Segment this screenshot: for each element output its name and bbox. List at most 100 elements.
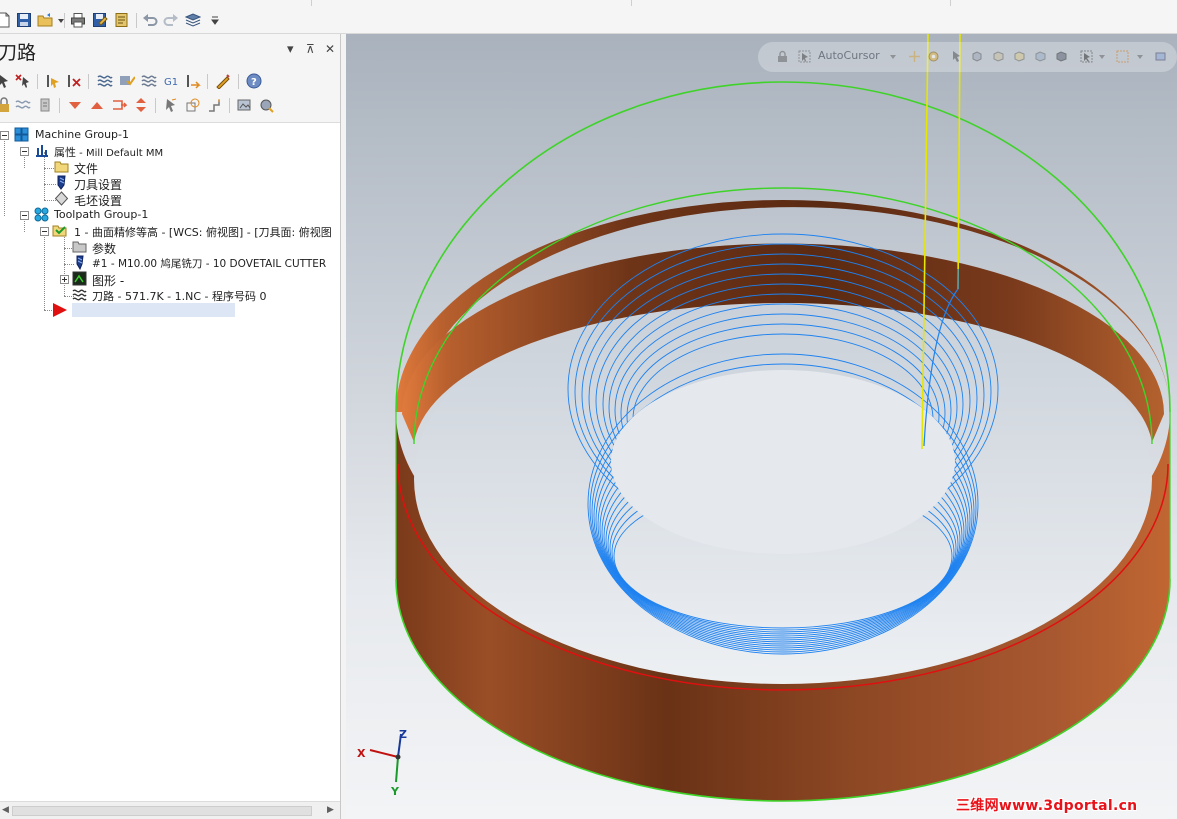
scroll-right-arrow-icon[interactable]: ▶ bbox=[327, 805, 334, 815]
folder-icon bbox=[54, 161, 69, 173]
toolbar-separator bbox=[88, 74, 89, 89]
dovetail-cutter-icon bbox=[76, 255, 84, 270]
tree-node-properties[interactable]: 属性 - Mill Default MM bbox=[34, 143, 254, 159]
select-errors-icon[interactable] bbox=[15, 73, 31, 89]
horizontal-scrollbar[interactable]: ◀ ▶ bbox=[0, 801, 340, 819]
toggle-toolpath-display-icon[interactable] bbox=[15, 97, 31, 113]
tree-node-tool[interactable]: #1 - M10.00 鸠尾铣刀 - 10 DOVETAIL CUTTER bbox=[72, 255, 340, 271]
tab-divider bbox=[950, 0, 951, 6]
autocursor-icon[interactable] bbox=[798, 50, 811, 63]
show-selected-icon[interactable] bbox=[163, 97, 179, 113]
dropdown-arrow-icon[interactable] bbox=[1136, 50, 1144, 63]
machine-group-icon bbox=[14, 127, 29, 142]
toolpath-editor-icon[interactable] bbox=[215, 73, 231, 89]
tree-node-files[interactable]: 文件 bbox=[54, 159, 174, 176]
insert-arrow-icon[interactable] bbox=[111, 97, 127, 113]
more-options-icon[interactable] bbox=[1154, 50, 1167, 63]
settings-gear-icon[interactable] bbox=[927, 50, 940, 63]
watermark: 三维网www.3dportal.cn bbox=[956, 798, 1138, 814]
move-to-icon[interactable] bbox=[185, 73, 201, 89]
quick-access-toolbar bbox=[0, 0, 1177, 34]
sparkle-icon[interactable] bbox=[908, 50, 921, 63]
select-all-icon[interactable] bbox=[0, 73, 12, 89]
show-geometry-icon[interactable] bbox=[185, 97, 201, 113]
selection-mode-icon[interactable] bbox=[1080, 50, 1093, 63]
tree-node-label: 1 - 曲面精修等高 - [WCS: 俯视图] - [刀具面: 俯视图 bbox=[74, 226, 332, 239]
insert-position-bar[interactable] bbox=[72, 303, 235, 317]
tree-node-stock-settings[interactable]: 毛坯设置 bbox=[54, 191, 174, 208]
verify-icon[interactable] bbox=[119, 73, 135, 89]
tree-node-machine-group[interactable]: Machine Group-1 bbox=[14, 127, 214, 143]
select-edge-icon[interactable] bbox=[1034, 50, 1047, 63]
collapse-toggle[interactable] bbox=[20, 211, 29, 220]
select-solid-icon[interactable] bbox=[970, 50, 983, 63]
tree-node-label: Toolpath Group-1 bbox=[54, 208, 149, 221]
new-file-icon[interactable] bbox=[0, 12, 12, 28]
backplot-icon[interactable] bbox=[97, 73, 113, 89]
properties-icon[interactable] bbox=[114, 12, 130, 28]
tree-connector bbox=[44, 152, 45, 200]
toolbar-separator bbox=[229, 98, 230, 113]
print-icon[interactable] bbox=[70, 12, 86, 28]
pin-button[interactable]: ⊼ bbox=[306, 42, 315, 56]
toolpaths-panel: 刀路 ▾ ⊼ ✕ G1 ? Machine Group-1 属性 - Mill … bbox=[0, 34, 341, 819]
collapse-toggle[interactable] bbox=[0, 131, 9, 140]
operations-tree: Machine Group-1 属性 - Mill Default MM 文件 … bbox=[0, 122, 340, 802]
toolpath-group-icon bbox=[34, 207, 49, 222]
layers-icon[interactable] bbox=[185, 12, 201, 28]
undo-icon[interactable] bbox=[142, 12, 158, 28]
select-pointer-icon[interactable] bbox=[950, 50, 963, 63]
svg-text:G1: G1 bbox=[164, 77, 178, 88]
toolbar-separator bbox=[155, 98, 156, 113]
scroll-left-arrow-icon[interactable]: ◀ bbox=[2, 805, 9, 815]
tree-node-toolpath-group[interactable]: Toolpath Group-1 bbox=[34, 207, 234, 223]
select-face-icon[interactable] bbox=[1013, 50, 1026, 63]
lock-icon[interactable] bbox=[0, 97, 12, 113]
select-vertex-icon[interactable] bbox=[1055, 50, 1068, 63]
regenerate-dirty-icon[interactable] bbox=[66, 73, 82, 89]
move-down-icon[interactable] bbox=[67, 97, 83, 113]
toolbar-separator bbox=[136, 13, 137, 28]
help-icon[interactable]: ? bbox=[246, 73, 262, 89]
toolbar-separator bbox=[59, 98, 60, 113]
geometry-icon bbox=[72, 271, 87, 286]
scrollbar-thumb[interactable] bbox=[12, 806, 312, 816]
save-icon[interactable] bbox=[16, 12, 32, 28]
regenerate-selected-icon[interactable] bbox=[45, 73, 61, 89]
collapse-toggle[interactable] bbox=[40, 227, 49, 236]
stock-settings-icon bbox=[54, 191, 69, 206]
tree-node-parameters[interactable]: 参数 bbox=[72, 239, 192, 256]
collapse-toggle[interactable] bbox=[20, 147, 29, 156]
image-capture-icon[interactable] bbox=[237, 97, 253, 113]
tool-settings-icon bbox=[57, 175, 66, 190]
show-tool-icon[interactable] bbox=[207, 97, 223, 113]
options-icon[interactable] bbox=[259, 97, 275, 113]
autocursor-label[interactable]: AutoCursor bbox=[818, 49, 880, 62]
simulate-icon[interactable] bbox=[141, 73, 157, 89]
customize-icon[interactable] bbox=[210, 12, 220, 28]
dropdown-arrow-icon[interactable] bbox=[1098, 50, 1106, 63]
post-g1-icon[interactable]: G1 bbox=[163, 73, 179, 89]
tree-node-operation[interactable]: 1 - 曲面精修等高 - [WCS: 俯视图] - [刀具面: 俯视图 bbox=[52, 223, 340, 239]
toggle-posting-icon[interactable] bbox=[37, 97, 53, 113]
close-button[interactable]: ✕ bbox=[325, 42, 335, 56]
redo-icon[interactable] bbox=[163, 12, 179, 28]
insert-position-arrow-icon[interactable] bbox=[52, 302, 68, 318]
tree-node-label: #1 - M10.00 鸠尾铣刀 - 10 DOVETAIL CUTTER bbox=[92, 258, 327, 270]
expand-toggle[interactable] bbox=[60, 275, 69, 284]
tree-node-geometry[interactable]: 图形 - bbox=[72, 271, 192, 288]
save-as-icon[interactable] bbox=[92, 12, 108, 28]
scroll-to-insert-icon[interactable] bbox=[133, 97, 149, 113]
toolbar-separator bbox=[64, 13, 65, 28]
lock-icon[interactable] bbox=[776, 50, 789, 63]
select-body-icon[interactable] bbox=[992, 50, 1005, 63]
graphics-viewport[interactable]: X Z Y AutoCursor 三维网www.3dportal.cn bbox=[346, 34, 1177, 819]
grid-select-icon[interactable] bbox=[1116, 50, 1129, 63]
tree-node-label: 属性 - Mill Default MM bbox=[54, 146, 164, 159]
tree-node-tool-settings[interactable]: 刀具设置 bbox=[54, 175, 174, 192]
tree-node-toolpath[interactable]: 刀路 - 571.7K - 1.NC - 程序号码 0 bbox=[72, 287, 340, 303]
move-up-icon[interactable] bbox=[89, 97, 105, 113]
dropdown-arrow-icon[interactable] bbox=[889, 50, 897, 63]
panel-menu-button[interactable]: ▾ bbox=[287, 42, 294, 57]
open-folder-icon[interactable] bbox=[37, 12, 53, 28]
